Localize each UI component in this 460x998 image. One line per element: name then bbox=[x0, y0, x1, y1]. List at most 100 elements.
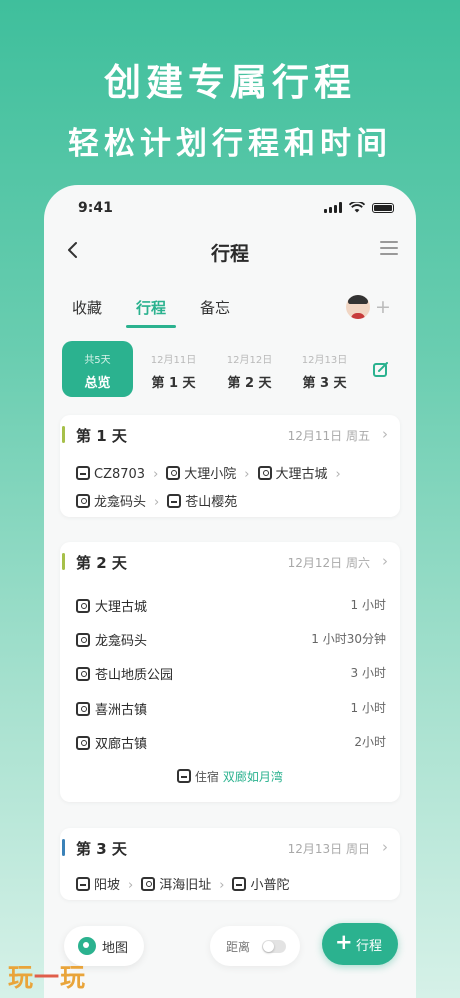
map-pin-icon bbox=[78, 937, 96, 955]
stay-info[interactable]: 住宿 双廊如月湾 bbox=[60, 768, 400, 785]
route-stop[interactable]: 小普陀 bbox=[250, 878, 289, 893]
day-chip-label: 第 3 天 bbox=[302, 376, 347, 391]
list-item[interactable]: 大理古城 1 小时 bbox=[76, 596, 386, 616]
scenic-icon bbox=[232, 877, 247, 891]
day-chip-date: 12月12日 bbox=[226, 355, 273, 366]
day-card-3[interactable]: 第 3 天 12月13日 周日 › 阳坡 › 洱海旧址 › 小普陀 bbox=[60, 828, 400, 900]
item-duration: 1 小时30分钟 bbox=[311, 632, 386, 646]
item-duration: 2小时 bbox=[354, 735, 386, 749]
map-label: 地图 bbox=[102, 941, 129, 956]
list-item[interactable]: 喜洲古镇 1 小时 bbox=[76, 699, 386, 719]
route-line: 龙龛码头 › 苍山樱苑 bbox=[76, 491, 392, 510]
day-label: 第 1 天 bbox=[76, 427, 127, 445]
status-bar: 9:41 bbox=[44, 185, 416, 229]
wifi-icon bbox=[349, 202, 365, 213]
place-icon bbox=[76, 633, 90, 647]
distance-toggle[interactable]: 距离 bbox=[210, 926, 300, 966]
hero-title: 创建专属行程 bbox=[104, 61, 356, 104]
day-accent-bar bbox=[62, 426, 65, 443]
day-card-2[interactable]: 第 2 天 12月12日 周六 › 大理古城 1 小时 龙龛码头 1 小时30分钟 … bbox=[60, 542, 400, 802]
item-duration: 1 小时 bbox=[350, 598, 386, 612]
day-label: 第 2 天 bbox=[76, 554, 127, 572]
day-chip-count: 共5天 bbox=[84, 355, 111, 366]
hero-banner: 创建专属行程 轻松计划行程和时间 bbox=[0, 52, 460, 163]
watermark-logo: 玩一玩 bbox=[8, 958, 86, 994]
list-item[interactable]: 双廊古镇 2小时 bbox=[76, 733, 386, 753]
menu-icon[interactable] bbox=[380, 241, 398, 257]
avatar[interactable] bbox=[346, 295, 370, 319]
day-chip-day2[interactable]: 12月12日 第 2 天 bbox=[214, 341, 285, 397]
day-date: 12月11日 周五 bbox=[287, 429, 370, 443]
bottom-action-bar: 地图 距离 + 行程 bbox=[44, 913, 416, 973]
day-chip-label: 第 2 天 bbox=[227, 376, 272, 391]
place-icon bbox=[141, 877, 156, 891]
stay-prefix: 住宿 bbox=[194, 770, 219, 784]
day-card-header: 第 1 天 12月11日 周五 › bbox=[60, 415, 400, 455]
navbar: 行程 bbox=[44, 231, 416, 271]
day-chip-date: 12月13日 bbox=[301, 355, 348, 366]
place-icon bbox=[76, 599, 90, 613]
route-stop[interactable]: 苍山樱苑 bbox=[185, 495, 237, 510]
route-stop[interactable]: 大理小院 bbox=[184, 467, 236, 482]
status-icons bbox=[324, 202, 394, 213]
route-stop[interactable]: 阳坡 bbox=[94, 878, 120, 893]
day-chip-overview[interactable]: 共5天 总览 bbox=[62, 341, 133, 397]
route-separator: › bbox=[219, 878, 225, 893]
day-card-header: 第 3 天 12月13日 周日 › bbox=[60, 828, 400, 868]
day-chip-label: 总览 bbox=[84, 376, 111, 391]
route-stop[interactable]: 洱海旧址 bbox=[159, 878, 211, 893]
route-line: CZ8703 › 大理小院 › 大理古城 › bbox=[76, 463, 392, 482]
tab-bar: 收藏 行程 备忘 + bbox=[44, 289, 416, 329]
signal-icon bbox=[324, 202, 342, 213]
watermark-part: 玩 bbox=[8, 963, 35, 992]
day-chip-date: 12月11日 bbox=[150, 355, 197, 366]
route-separator: › bbox=[128, 878, 134, 893]
list-item[interactable]: 龙龛码头 1 小时30分钟 bbox=[76, 630, 386, 650]
route-separator: › bbox=[153, 467, 159, 482]
route-line: 阳坡 › 洱海旧址 › 小普陀 bbox=[76, 874, 392, 893]
place-icon bbox=[76, 667, 90, 681]
route-separator: › bbox=[335, 467, 341, 482]
day-chip-label: 第 1 天 bbox=[151, 376, 196, 391]
add-member-icon[interactable]: + bbox=[375, 296, 391, 318]
chevron-right-icon: › bbox=[382, 425, 388, 443]
hotel-icon bbox=[177, 769, 192, 783]
toggle-switch[interactable] bbox=[262, 940, 286, 953]
scenic-icon bbox=[167, 494, 182, 508]
route-stop[interactable]: 大理古城 bbox=[276, 467, 328, 482]
edit-icon[interactable] bbox=[372, 361, 390, 379]
day-card-1[interactable]: 第 1 天 12月11日 周五 › CZ8703 › 大理小院 › 大理古城 › 龙龛码头… bbox=[60, 415, 400, 517]
add-itinerary-label: 行程 bbox=[356, 939, 383, 954]
plus-icon: + bbox=[335, 930, 353, 954]
place-icon bbox=[76, 702, 90, 716]
hero-subtitle: 轻松计划行程和时间 bbox=[68, 126, 392, 162]
place-icon bbox=[76, 494, 90, 508]
item-name: 喜洲古镇 bbox=[95, 703, 148, 718]
place-icon bbox=[257, 466, 272, 480]
place-icon bbox=[166, 466, 181, 480]
watermark-part: 玩 bbox=[60, 963, 87, 992]
battery-icon bbox=[372, 203, 394, 213]
chevron-right-icon: › bbox=[382, 552, 388, 570]
day-date: 12月12日 周六 bbox=[287, 556, 370, 570]
tab-itinerary[interactable]: 行程 bbox=[136, 297, 166, 318]
train-icon bbox=[76, 466, 90, 480]
chevron-right-icon: › bbox=[382, 838, 388, 856]
route-stop[interactable]: 龙龛码头 bbox=[94, 495, 146, 510]
status-time: 9:41 bbox=[78, 200, 113, 216]
route-separator: › bbox=[154, 495, 160, 510]
page-title: 行程 bbox=[210, 243, 249, 265]
add-itinerary-button[interactable]: + 行程 bbox=[322, 923, 398, 965]
stay-hotel[interactable]: 双廊如月湾 bbox=[223, 770, 283, 784]
distance-label: 距离 bbox=[226, 940, 251, 954]
phone-screen: 9:41 行程 收藏 行程 备忘 + 共5天 总览 12月11日 第 1 天 1… bbox=[44, 185, 416, 998]
day-chip-day3[interactable]: 12月13日 第 3 天 bbox=[289, 341, 360, 397]
list-item[interactable]: 苍山地质公园 3 小时 bbox=[76, 664, 386, 684]
day-accent-bar bbox=[62, 839, 65, 856]
item-name: 大理古城 bbox=[95, 600, 148, 615]
day-chip-day1[interactable]: 12月11日 第 1 天 bbox=[138, 341, 209, 397]
route-stop[interactable]: CZ8703 bbox=[94, 467, 145, 482]
tab-memo[interactable]: 备忘 bbox=[200, 297, 230, 318]
day-accent-bar bbox=[62, 553, 65, 570]
tab-favorites[interactable]: 收藏 bbox=[72, 297, 102, 318]
